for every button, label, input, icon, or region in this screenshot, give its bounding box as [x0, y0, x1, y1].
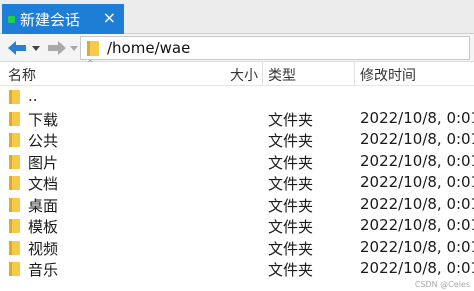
folder-icon — [9, 240, 20, 255]
file-list: .. 下载 文件夹 2022/10/8, 0:01 公共 文件夹 2022/10/8, 0:… — [0, 86, 474, 280]
file-mtime: 2022/10/8, 0:01 — [360, 173, 474, 191]
file-name: 模板 — [28, 218, 59, 236]
file-mtime: 2022/10/8, 0:01 — [360, 194, 474, 213]
column-mtime[interactable]: 修改时间 — [360, 65, 416, 85]
column-divider[interactable] — [354, 62, 355, 86]
file-name: 音乐 — [28, 261, 59, 279]
file-mtime: 2022/10/8, 0:01 — [360, 108, 474, 127]
folder-icon — [9, 197, 20, 212]
list-item[interactable]: 图片 文件夹 2022/10/8, 0:01 — [0, 151, 474, 173]
watermark: CSDN @Celes — [414, 280, 470, 289]
file-type: 文件夹 — [268, 132, 314, 150]
sort-caret-icon: ⌃ — [86, 59, 95, 70]
back-button[interactable] — [4, 37, 44, 59]
path-text: /home/wae — [107, 39, 191, 57]
connection-status-icon — [8, 15, 15, 23]
file-name: 视频 — [28, 239, 59, 258]
tab-new-session[interactable]: 新建会话 × — [2, 4, 124, 34]
list-item[interactable]: 音乐 文件夹 2022/10/8, 0:01 — [0, 258, 474, 280]
file-name: 文档 — [28, 175, 59, 193]
folder-icon — [9, 176, 20, 190]
file-type: 文件夹 — [268, 175, 314, 193]
file-name: 下载 — [28, 110, 59, 129]
list-item[interactable]: 公共 文件夹 2022/10/8, 0:01 — [0, 129, 474, 151]
file-type: 文件夹 — [268, 110, 314, 129]
column-type[interactable]: 类型 — [268, 65, 296, 85]
forward-arrow-icon — [48, 41, 78, 55]
file-name: 桌面 — [28, 196, 59, 215]
folder-icon — [9, 154, 20, 169]
list-item[interactable]: 文档 文件夹 2022/10/8, 0:01 — [0, 172, 474, 194]
list-item[interactable]: .. — [0, 86, 474, 108]
file-name: 图片 — [28, 153, 59, 172]
file-mtime: 2022/10/8, 0:01 — [360, 216, 474, 234]
file-mtime: 2022/10/8, 0:01 — [360, 237, 474, 256]
file-type: 文件夹 — [268, 153, 314, 172]
folder-icon — [87, 40, 99, 56]
folder-icon — [9, 262, 20, 276]
column-name[interactable]: 名称 — [8, 65, 36, 85]
column-size[interactable]: 大小 — [230, 65, 258, 85]
file-mtime: 2022/10/8, 0:01 — [360, 130, 474, 148]
file-type: 文件夹 — [268, 218, 314, 236]
list-item[interactable]: 模板 文件夹 2022/10/8, 0:01 — [0, 215, 474, 237]
folder-icon — [9, 133, 20, 147]
file-mtime: 2022/10/8, 0:01 — [360, 259, 474, 277]
column-divider[interactable] — [262, 62, 263, 86]
tab-title: 新建会话 — [20, 10, 81, 29]
tab-bar: 新建会话 × — [0, 0, 474, 34]
file-name: .. — [28, 87, 38, 105]
forward-button[interactable] — [44, 37, 84, 59]
file-type: 文件夹 — [268, 261, 314, 279]
toolbar: /home/wae — [0, 34, 474, 62]
column-header: ⌃ 名称 大小 类型 修改时间 — [0, 59, 474, 86]
folder-icon — [9, 90, 20, 104]
path-input[interactable]: /home/wae — [80, 36, 470, 60]
file-mtime: 2022/10/8, 0:01 — [360, 151, 474, 170]
list-item[interactable]: 下载 文件夹 2022/10/8, 0:01 — [0, 108, 474, 130]
file-type: 文件夹 — [268, 239, 314, 258]
list-item[interactable]: 视频 文件夹 2022/10/8, 0:01 — [0, 237, 474, 259]
folder-icon — [9, 111, 20, 126]
close-tab-icon[interactable]: × — [103, 9, 116, 27]
file-name: 公共 — [28, 132, 59, 150]
file-type: 文件夹 — [268, 196, 314, 215]
folder-icon — [9, 219, 20, 233]
list-item[interactable]: 桌面 文件夹 2022/10/8, 0:01 — [0, 194, 474, 216]
back-arrow-icon — [8, 41, 40, 55]
